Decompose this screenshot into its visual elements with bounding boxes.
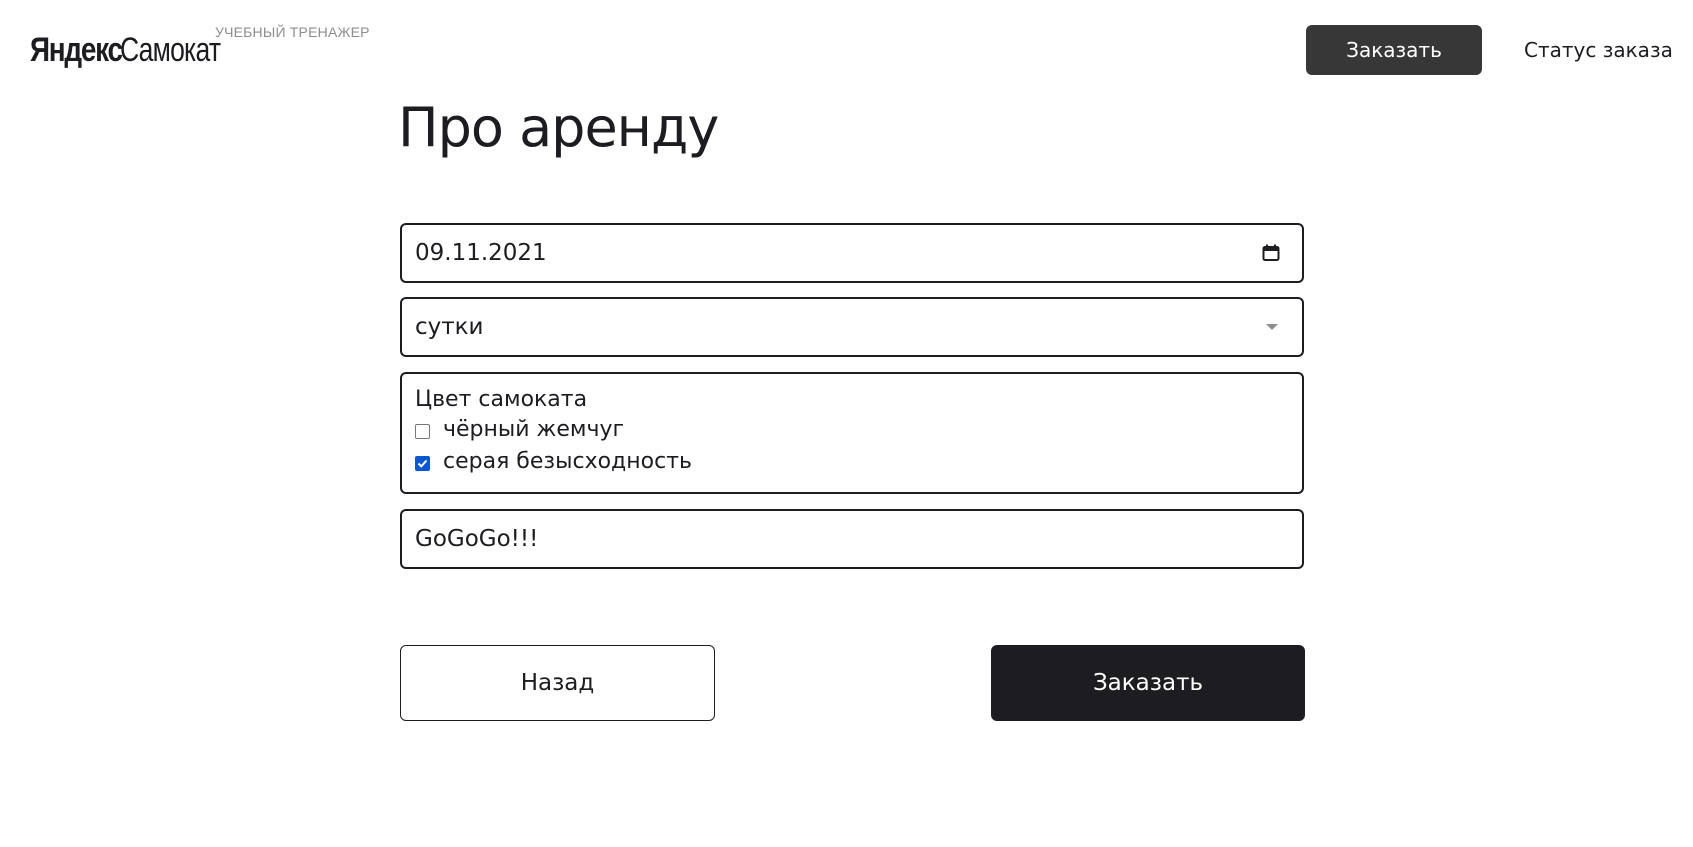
page-title: Про аренду (398, 96, 719, 159)
back-button[interactable]: Назад (400, 645, 715, 721)
rental-period-value: сутки (415, 314, 484, 340)
header: Яндекс Самокат УЧЕБНЫЙ ТРЕНАЖЕР Заказать… (0, 0, 1693, 100)
scooter-color-label: Цвет самоката (415, 387, 588, 412)
scooter-color-group: Цвет самоката чёрный жемчуг серая безысх… (400, 372, 1304, 494)
submit-order-button[interactable]: Заказать (991, 645, 1305, 721)
header-order-button[interactable]: Заказать (1306, 25, 1482, 75)
chevron-down-icon (1266, 324, 1278, 330)
logo[interactable]: Яндекс Самокат УЧЕБНЫЙ ТРЕНАЖЕР (30, 24, 370, 70)
order-status-link[interactable]: Статус заказа (1524, 25, 1673, 75)
check-icon (417, 459, 428, 468)
rental-period-dropdown[interactable]: сутки (400, 297, 1304, 357)
delivery-date-field[interactable]: 09.11.2021 (400, 223, 1304, 283)
logo-yandex: Яндекс (30, 31, 123, 69)
checkbox-grey-hopelessness[interactable] (415, 456, 430, 471)
delivery-date-value: 09.11.2021 (415, 240, 547, 266)
logo-samokat: Самокат (120, 31, 221, 69)
color-option-grey[interactable]: серая безысходность (415, 449, 692, 474)
color-option-label: чёрный жемчуг (443, 417, 625, 442)
checkbox-black-pearl[interactable] (415, 424, 430, 439)
logo-subtitle: УЧЕБНЫЙ ТРЕНАЖЕР (215, 24, 370, 40)
color-option-label: серая безысходность (443, 449, 692, 474)
calendar-icon[interactable] (1262, 244, 1280, 262)
color-option-black[interactable]: чёрный жемчуг (415, 417, 624, 442)
comment-value: GoGoGo!!! (415, 526, 539, 552)
comment-input[interactable]: GoGoGo!!! (400, 509, 1304, 569)
